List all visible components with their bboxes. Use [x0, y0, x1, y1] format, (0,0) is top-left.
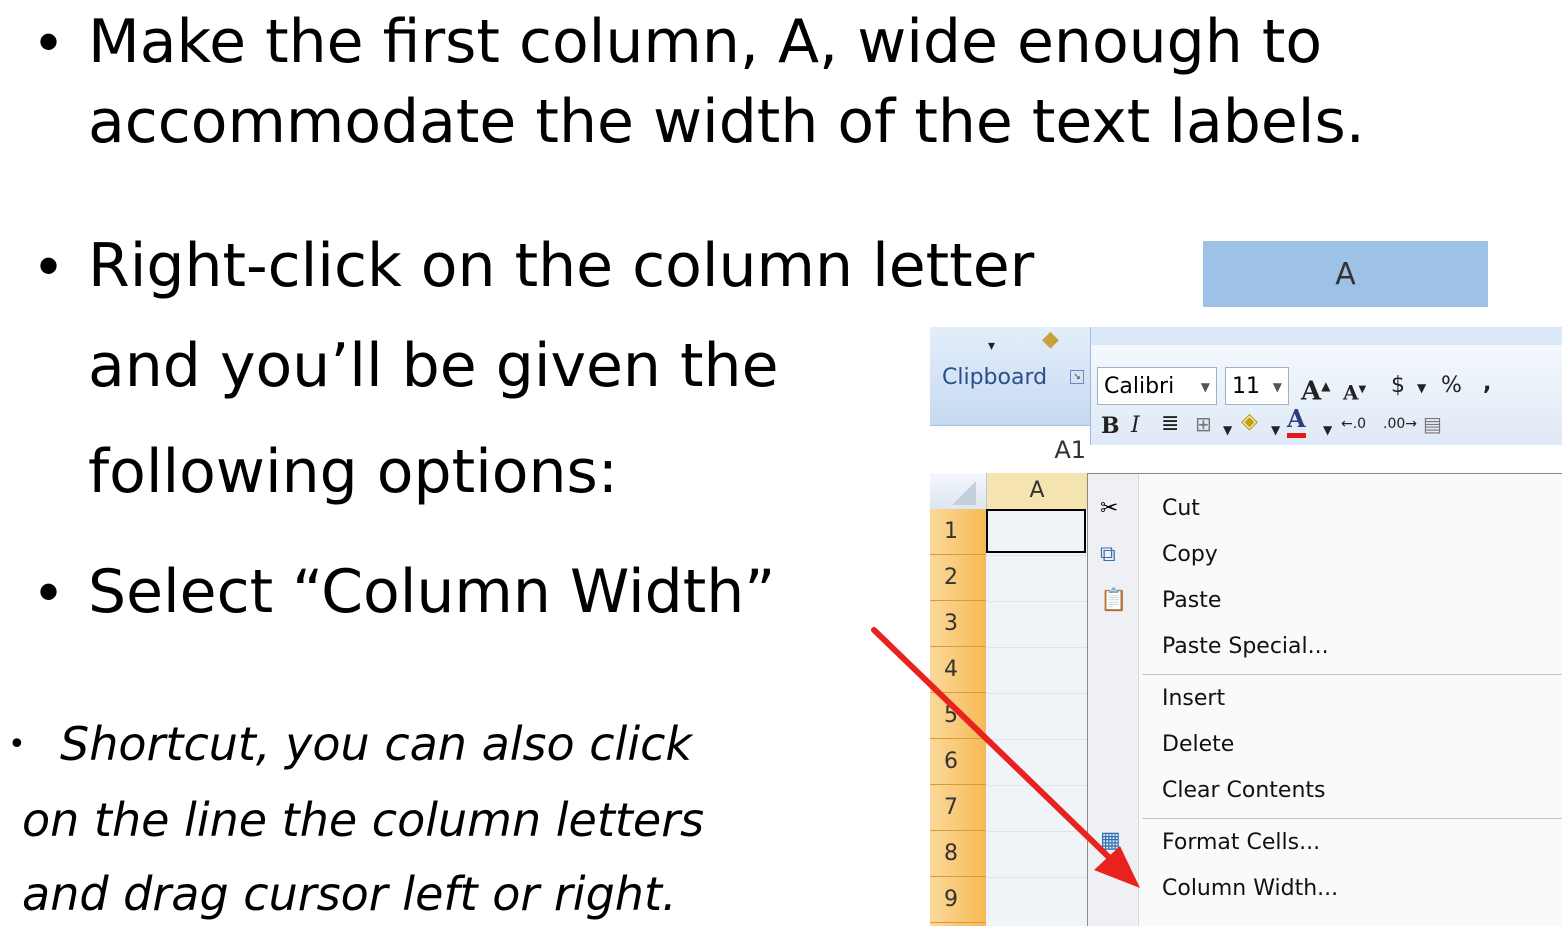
clipboard-group: ▾ ◆ Clipboard ↘	[930, 327, 1091, 425]
row-header-8[interactable]: 8	[930, 831, 986, 877]
copy-icon: ⧉	[1100, 542, 1116, 567]
bullet-3-line-1: Select “Column Width”	[88, 557, 776, 627]
chevron-down-icon[interactable]: ▼	[1223, 413, 1232, 447]
paste-dropdown-icon[interactable]: ▾	[988, 329, 995, 363]
font-size-value: 11	[1232, 374, 1260, 399]
menu-item-column-width[interactable]: Column Width...	[1162, 874, 1338, 904]
shortcut-note-line-2: on the line the column letters	[22, 793, 705, 847]
chevron-down-icon[interactable]: ▼	[1323, 413, 1332, 447]
bullet-2-line-2: and you’ll be given the	[88, 331, 779, 401]
bullet-2-line-1: Right-click on the column letter	[88, 231, 1035, 301]
excel-screenshot: ▾ ◆ Clipboard ↘ Calibri ▼ 11 ▼ A▲ A▼ $ ▼…	[930, 327, 1562, 926]
row-header-5[interactable]: 5	[930, 693, 986, 739]
grow-font-icon[interactable]: A▲	[1301, 369, 1330, 409]
menu-item-insert[interactable]: Insert	[1162, 684, 1225, 714]
menu-item-paste[interactable]: Paste	[1162, 586, 1221, 616]
clipboard-label: Clipboard	[942, 365, 1048, 390]
context-menu: ✂ Cut ⧉ Copy 📋 Paste Paste Special... In…	[1087, 473, 1562, 926]
menu-item-copy[interactable]: Copy	[1162, 540, 1218, 570]
cell-a1[interactable]	[986, 509, 1086, 553]
menu-item-paste-special[interactable]: Paste Special...	[1162, 632, 1329, 662]
row-header-4[interactable]: 4	[930, 647, 986, 693]
percent-icon[interactable]: %	[1441, 369, 1462, 403]
scissors-icon: ✂	[1100, 496, 1119, 521]
fill-color-icon[interactable]: ◈	[1241, 405, 1258, 439]
menu-item-format-cells[interactable]: Format Cells...	[1162, 828, 1320, 858]
column-letter-label: A	[1335, 256, 1356, 292]
shortcut-note-bullet: •	[8, 727, 26, 762]
row-header-2[interactable]: 2	[930, 555, 986, 601]
format-cells-icon: ▦	[1100, 828, 1121, 853]
row-header-6[interactable]: 6	[930, 739, 986, 785]
increase-decimal-icon[interactable]: ←.0	[1341, 407, 1366, 441]
clipboard-paste-icon: 📋	[1100, 588, 1128, 613]
font-name-select[interactable]: Calibri ▼	[1097, 367, 1217, 405]
name-box-value: A1	[1054, 436, 1086, 464]
borders-icon[interactable]: ⊞	[1195, 407, 1212, 441]
font-size-select[interactable]: 11 ▼	[1225, 367, 1289, 405]
currency-icon[interactable]: $	[1391, 369, 1405, 403]
menu-separator	[1142, 674, 1562, 675]
column-a-cells[interactable]	[986, 509, 1086, 926]
column-header-a[interactable]: A	[986, 473, 1087, 509]
shortcut-note-line-3: and drag cursor left or right.	[22, 867, 677, 921]
row-header-1[interactable]: 1	[930, 509, 986, 555]
row-header-7[interactable]: 7	[930, 785, 986, 831]
bullet-2-line-3: following options:	[88, 437, 619, 507]
font-name-value: Calibri	[1104, 374, 1175, 399]
chevron-down-icon: ▼	[1200, 380, 1210, 394]
chevron-down-icon[interactable]: ▼	[1417, 371, 1426, 405]
align-center-icon[interactable]: ≣	[1161, 407, 1179, 441]
select-all-corner[interactable]	[930, 473, 986, 509]
bullet-1-line-2: accommodate the width of the text labels…	[88, 87, 1365, 157]
bullet-dot-2: •	[38, 232, 60, 299]
bullet-1-line-1: Make the first column, A, wide enough to	[88, 7, 1323, 77]
clipboard-launcher-icon[interactable]: ↘	[1070, 370, 1084, 384]
formula-bar[interactable]	[1090, 445, 1562, 474]
mini-toolbar: Calibri ▼ 11 ▼ A▲ A▼ $ ▼ % , B I ≣ ⊞ ▼ ◈…	[1090, 345, 1562, 445]
font-color-icon[interactable]: A	[1287, 405, 1306, 438]
name-box[interactable]: A1	[930, 425, 1090, 475]
bullet-dot-1: •	[38, 8, 60, 75]
format-painter-icon[interactable]: ◆	[1042, 327, 1059, 357]
chevron-down-icon: ▼	[1272, 380, 1282, 394]
bullet-dot-3: •	[38, 558, 60, 625]
comma-icon[interactable]: ,	[1483, 367, 1491, 401]
menu-separator	[1142, 818, 1562, 819]
column-letter-swatch: A	[1203, 241, 1488, 307]
menu-item-cut[interactable]: Cut	[1162, 494, 1200, 524]
shortcut-note-line-1: Shortcut, you can also click	[60, 717, 693, 771]
row-header-9[interactable]: 9	[930, 877, 986, 923]
menu-item-delete[interactable]: Delete	[1162, 730, 1234, 760]
bold-icon[interactable]: B	[1101, 409, 1120, 443]
row-header-3[interactable]: 3	[930, 601, 986, 647]
italic-icon[interactable]: I	[1131, 409, 1140, 443]
shrink-font-icon[interactable]: A▼	[1343, 373, 1366, 410]
merge-icon[interactable]: ▤	[1423, 407, 1442, 441]
menu-item-clear-contents[interactable]: Clear Contents	[1162, 776, 1326, 806]
decrease-decimal-icon[interactable]: .00→	[1383, 407, 1417, 441]
row-headers: 1 2 3 4 5 6 7 8 9 10	[930, 509, 986, 926]
chevron-down-icon[interactable]: ▼	[1271, 413, 1280, 447]
